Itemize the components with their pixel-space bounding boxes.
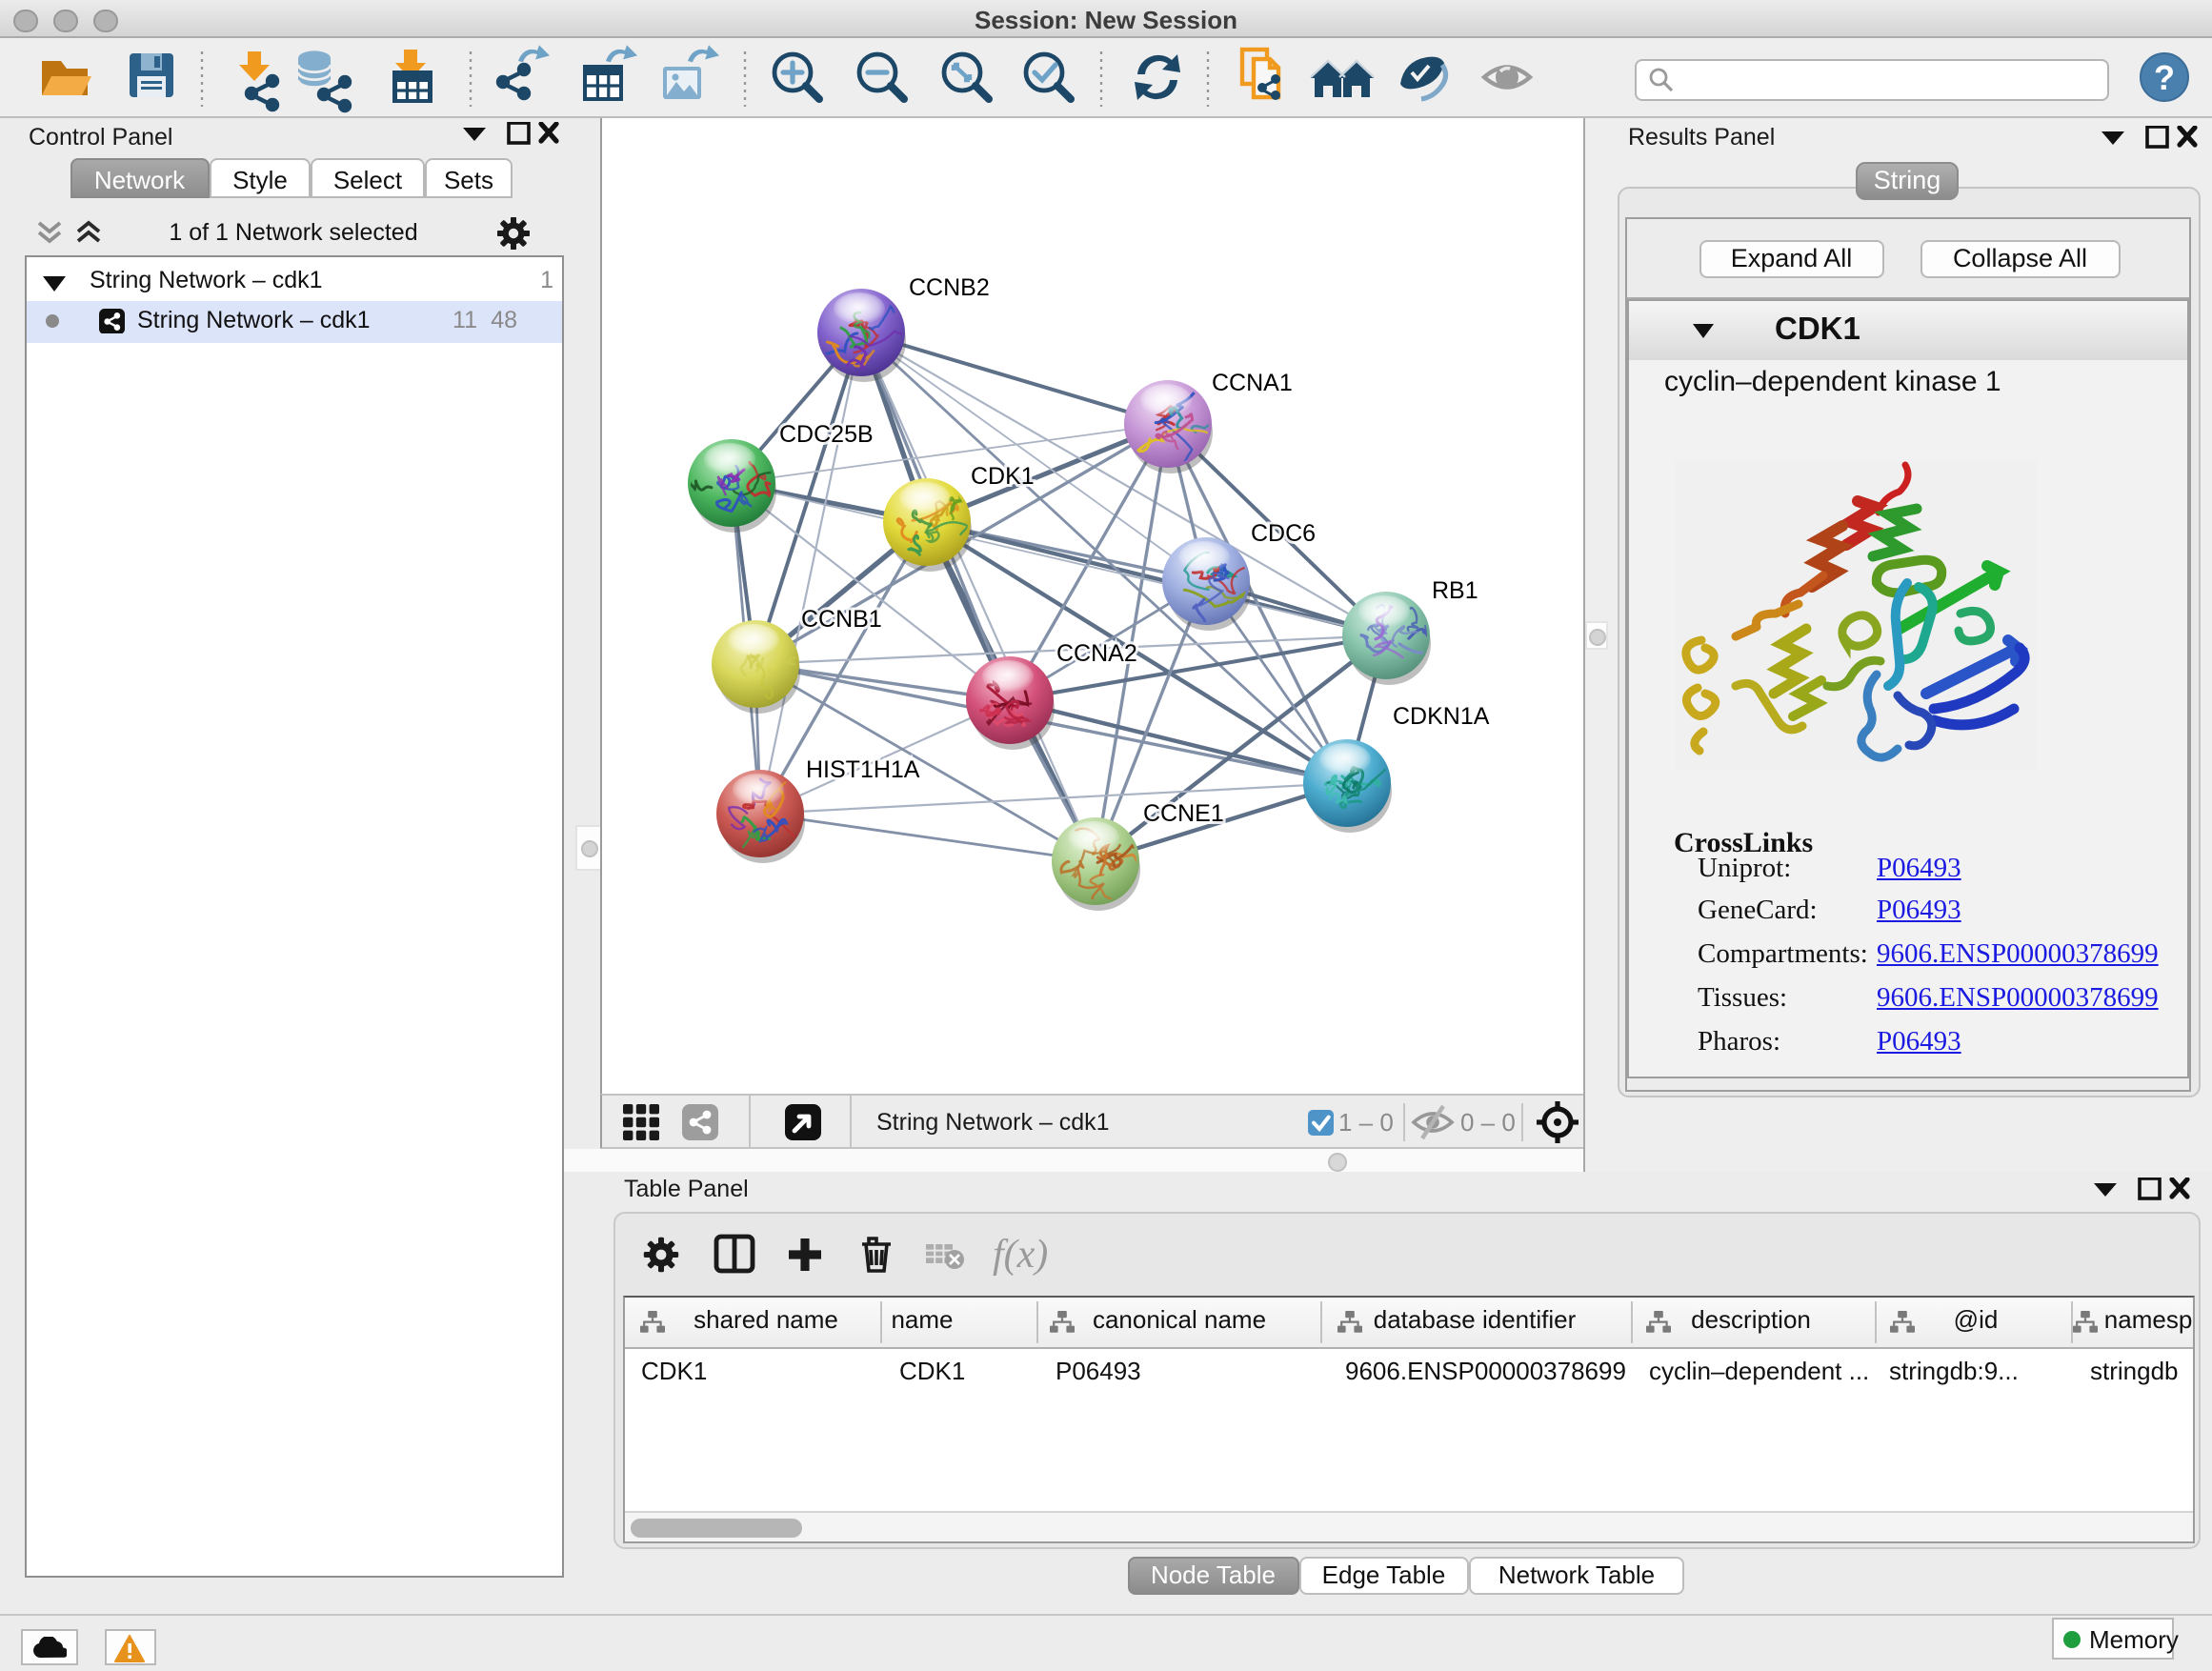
svg-text:f(x): f(x) <box>992 1233 1047 1277</box>
svg-text:HIST1H1A: HIST1H1A <box>805 756 919 783</box>
svg-text:CCNE1: CCNE1 <box>1142 800 1223 827</box>
svg-text:?: ? <box>2154 58 2175 97</box>
svg-text:CCNA1: CCNA1 <box>1211 370 1292 396</box>
svg-text:RB1: RB1 <box>1431 577 1478 604</box>
svg-text:CCNA2: CCNA2 <box>1056 640 1136 667</box>
svg-text:1 – 0: 1 – 0 <box>1337 1107 1393 1136</box>
svg-text:CDKN1A: CDKN1A <box>1392 703 1489 730</box>
svg-text:CDC6: CDC6 <box>1250 520 1315 547</box>
svg-text:CDK1: CDK1 <box>970 463 1034 490</box>
svg-text:0 – 0: 0 – 0 <box>1459 1107 1515 1136</box>
svg-text:CDC25B: CDC25B <box>778 421 873 448</box>
svg-text:CCNB2: CCNB2 <box>908 274 989 301</box>
svg-text:CCNB1: CCNB1 <box>800 606 881 633</box>
svg-text:String Network – cdk1: String Network – cdk1 <box>875 1108 1109 1135</box>
